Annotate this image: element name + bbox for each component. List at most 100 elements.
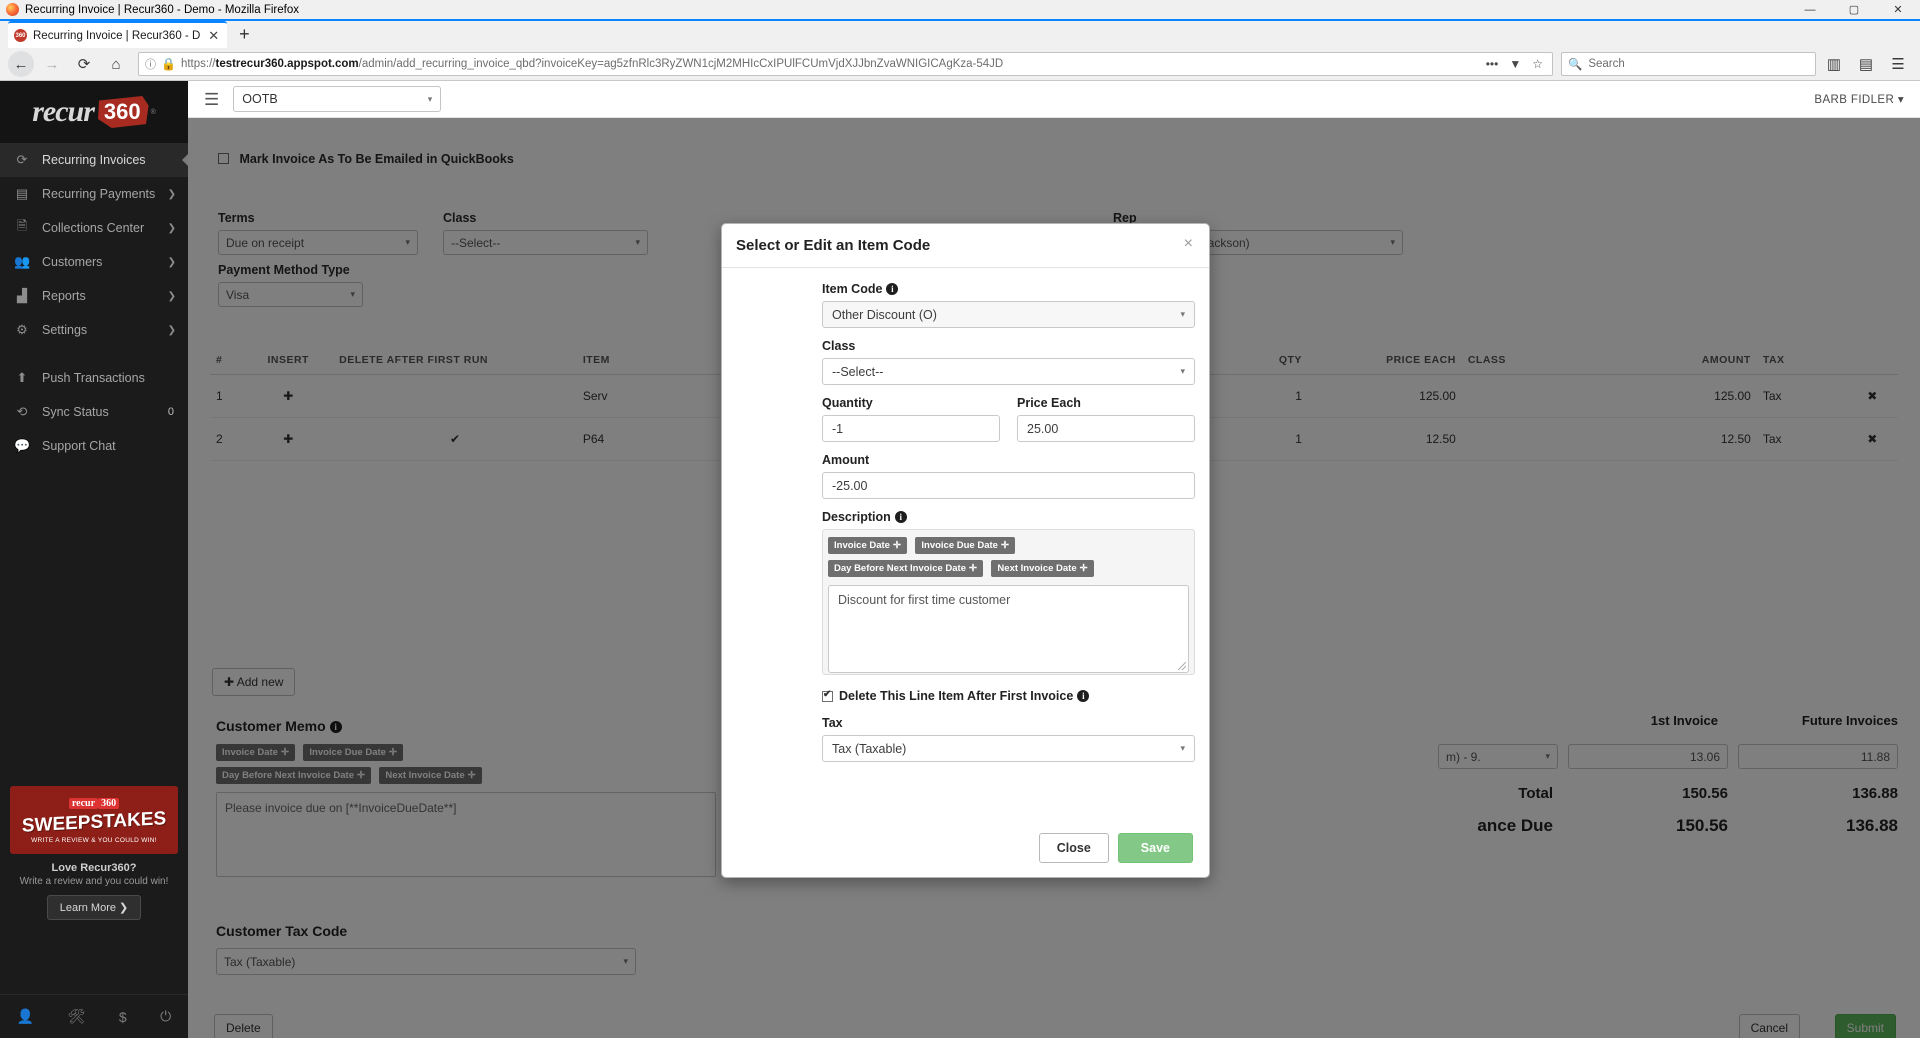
chevron-down-icon: ▾ [1180, 743, 1185, 753]
promo-subtitle: Write a review and you could win! [19, 876, 169, 887]
power-icon[interactable]: ⏻ [160, 1008, 171, 1025]
chevron-down-icon: ▾ [1897, 94, 1904, 106]
window-title: Recurring Invoice | Recur360 - Demo - Mo… [25, 3, 299, 16]
app-menu-icon[interactable]: ☰ [1884, 51, 1912, 77]
sidebar-item-recurring-invoices[interactable]: ⟳ Recurring Invoices [0, 143, 189, 177]
back-button[interactable]: ← [8, 51, 34, 77]
user-menu[interactable]: BARB FIDLER ▾ [1814, 92, 1904, 106]
window-controls: — ▢ ✕ [1788, 0, 1920, 19]
sidebar-item-push-transactions[interactable]: ⬆ Push Transactions [0, 361, 188, 395]
description-tag-box: Invoice Date ✛ Invoice Due Date ✛ Day Befo… [822, 529, 1195, 675]
description-textarea[interactable]: Discount for first time customer [828, 585, 1189, 673]
browser-tab[interactable]: 360 Recurring Invoice | Recur360 - D ✕ [8, 21, 228, 48]
app-logo[interactable]: recur 360 ® [0, 81, 188, 143]
resize-handle[interactable] [1178, 662, 1186, 670]
tag-next-invoice-date[interactable]: Next Invoice Date✛ [991, 560, 1094, 577]
logo-text: recur [32, 95, 95, 128]
modal-class-select[interactable]: --Select-- ▾ [822, 358, 1195, 385]
sidebar-item-reports[interactable]: ▟ Reports ❯ [0, 279, 188, 313]
site-info-icon[interactable]: ⓘ [145, 56, 156, 72]
modal-class-label: Class [822, 339, 856, 353]
navigation-toolbar: ← → ⟳ ⌂ ⓘ 🔒 https://testrecur360.appspot… [0, 48, 1920, 81]
sidebar-item-customers[interactable]: 👥 Customers ❯ [0, 245, 188, 279]
sweepstakes-card[interactable]: recur 360 SWEEPSTAKES WRITE A REVIEW & YO… [10, 786, 178, 854]
minimize-button[interactable]: — [1788, 0, 1832, 19]
bookmark-star-icon[interactable]: ☆ [1529, 57, 1546, 71]
description-label: Description i [822, 510, 1195, 524]
sidebar-item-recurring-payments[interactable]: ▤ Recurring Payments ❯ [0, 177, 188, 211]
modal-save-button[interactable]: Save [1117, 833, 1193, 863]
company-selector[interactable]: OOTB ▾ [233, 86, 442, 112]
home-button[interactable]: ⌂ [102, 51, 130, 77]
close-window-button[interactable]: ✕ [1876, 0, 1920, 19]
wrench-icon[interactable]: 🛠 [68, 1008, 86, 1025]
sidebar-item-support-chat[interactable]: 💬 Support Chat [0, 429, 188, 463]
dollar-icon[interactable]: $ [119, 1009, 127, 1025]
delete-line-item-checkbox-row[interactable]: Delete This Line Item After First Invoic… [822, 689, 1195, 703]
sidebar-item-sync-status[interactable]: ⟲ Sync Status 0 [0, 395, 188, 429]
sidebar-item-settings[interactable]: ⚙ Settings ❯ [0, 313, 188, 347]
item-code-label: Item Code i [822, 282, 1195, 296]
chart-icon: ▟ [17, 288, 27, 303]
modal-class-group: Class --Select-- ▾ [822, 339, 1195, 385]
user-icon[interactable]: 👤 [17, 1008, 34, 1025]
sidebar-item-label: Collections Center [42, 221, 145, 235]
description-textarea-value: Discount for first time customer [838, 593, 1011, 607]
sidebar-item-label: Sync Status [42, 405, 109, 419]
tag-invoice-due-date[interactable]: Invoice Due Date✛ [915, 537, 1015, 554]
forward-button[interactable]: → [38, 51, 66, 77]
new-tab-button[interactable]: + [227, 21, 262, 48]
search-icon: 🔍 [1568, 59, 1583, 71]
quantity-group: Quantity -1 [822, 396, 1000, 442]
promo-headline: SWEEPSTAKES [21, 808, 167, 837]
page-actions-icon[interactable]: ••• [1483, 57, 1502, 71]
amount-label: Amount [822, 453, 870, 467]
chevron-right-icon: ❯ [167, 256, 176, 268]
chevron-down-icon: ▾ [427, 93, 433, 104]
learn-more-button[interactable]: Learn More ❯ [46, 895, 142, 920]
description-group: Description i Invoice Date ✛ Invoice Due D… [822, 510, 1195, 675]
info-icon[interactable]: i [886, 283, 899, 295]
refresh-icon: ⟳ [16, 152, 28, 167]
chevron-right-icon: ❯ [167, 290, 176, 302]
promo-banner[interactable]: recur 360 SWEEPSTAKES WRITE A REVIEW & YO… [0, 786, 188, 920]
modal-tax-select[interactable]: Tax (Taxable) ▾ [822, 735, 1195, 762]
search-bar[interactable]: 🔍 Search [1561, 52, 1816, 76]
tag-invoice-date[interactable]: Invoice Date✛ [828, 537, 907, 554]
sidebar-item-label: Recurring Payments [42, 187, 156, 201]
delete-line-item-checkbox[interactable] [822, 689, 833, 702]
url-bar[interactable]: ⓘ 🔒 https://testrecur360.appspot.com/adm… [138, 52, 1553, 76]
chevron-right-icon: ❯ [167, 222, 176, 234]
modal-body: Item Code i Other Discount (O) ▾ Class --… [722, 268, 1209, 819]
lock-icon: 🔒 [161, 57, 176, 71]
info-icon[interactable]: i [894, 511, 907, 523]
sidebar-icon[interactable]: ▤ [1852, 51, 1880, 77]
item-code-modal: Select or Edit an Item Code × Item Code i… [721, 223, 1210, 878]
item-code-select[interactable]: Other Discount (O) ▾ [822, 301, 1195, 328]
amount-input[interactable]: -25.00 [822, 472, 1195, 499]
maximize-button[interactable]: ▢ [1832, 0, 1876, 19]
tag-day-before-next-invoice-date[interactable]: Day Before Next Invoice Date✛ [828, 560, 983, 577]
tab-strip: 360 Recurring Invoice | Recur360 - D ✕ + [0, 19, 1920, 48]
sidebar-item-collections-center[interactable]: 🗎 Collections Center ❯ [0, 211, 188, 245]
reload-button[interactable]: ⟳ [70, 51, 98, 77]
amount-group: Amount -25.00 [822, 453, 1195, 499]
modal-close-button[interactable]: Close [1038, 833, 1109, 863]
info-icon[interactable]: i [1077, 690, 1090, 702]
modal-close-icon[interactable]: × [1184, 236, 1193, 252]
item-code-group: Item Code i Other Discount (O) ▾ [822, 282, 1195, 328]
upload-icon: ⬆ [16, 370, 28, 385]
hamburger-menu-icon[interactable]: ☰ [204, 91, 219, 108]
price-each-input[interactable]: 25.00 [1017, 415, 1195, 442]
library-icon[interactable]: ▥ [1820, 51, 1848, 77]
pocket-icon[interactable]: ▼ [1506, 57, 1524, 71]
url-text: https://testrecur360.appspot.com/admin/a… [180, 58, 1004, 70]
chevron-down-icon: ▾ [1180, 309, 1185, 319]
company-selector-value: OOTB [242, 92, 278, 106]
firefox-logo-icon [6, 3, 19, 16]
promo-logo-text: recur [68, 798, 99, 809]
quantity-input[interactable]: -1 [822, 415, 1000, 442]
tab-close-icon[interactable]: ✕ [206, 28, 221, 44]
chevron-right-icon: ❯ [167, 324, 176, 336]
search-input[interactable]: Search [1588, 58, 1624, 70]
